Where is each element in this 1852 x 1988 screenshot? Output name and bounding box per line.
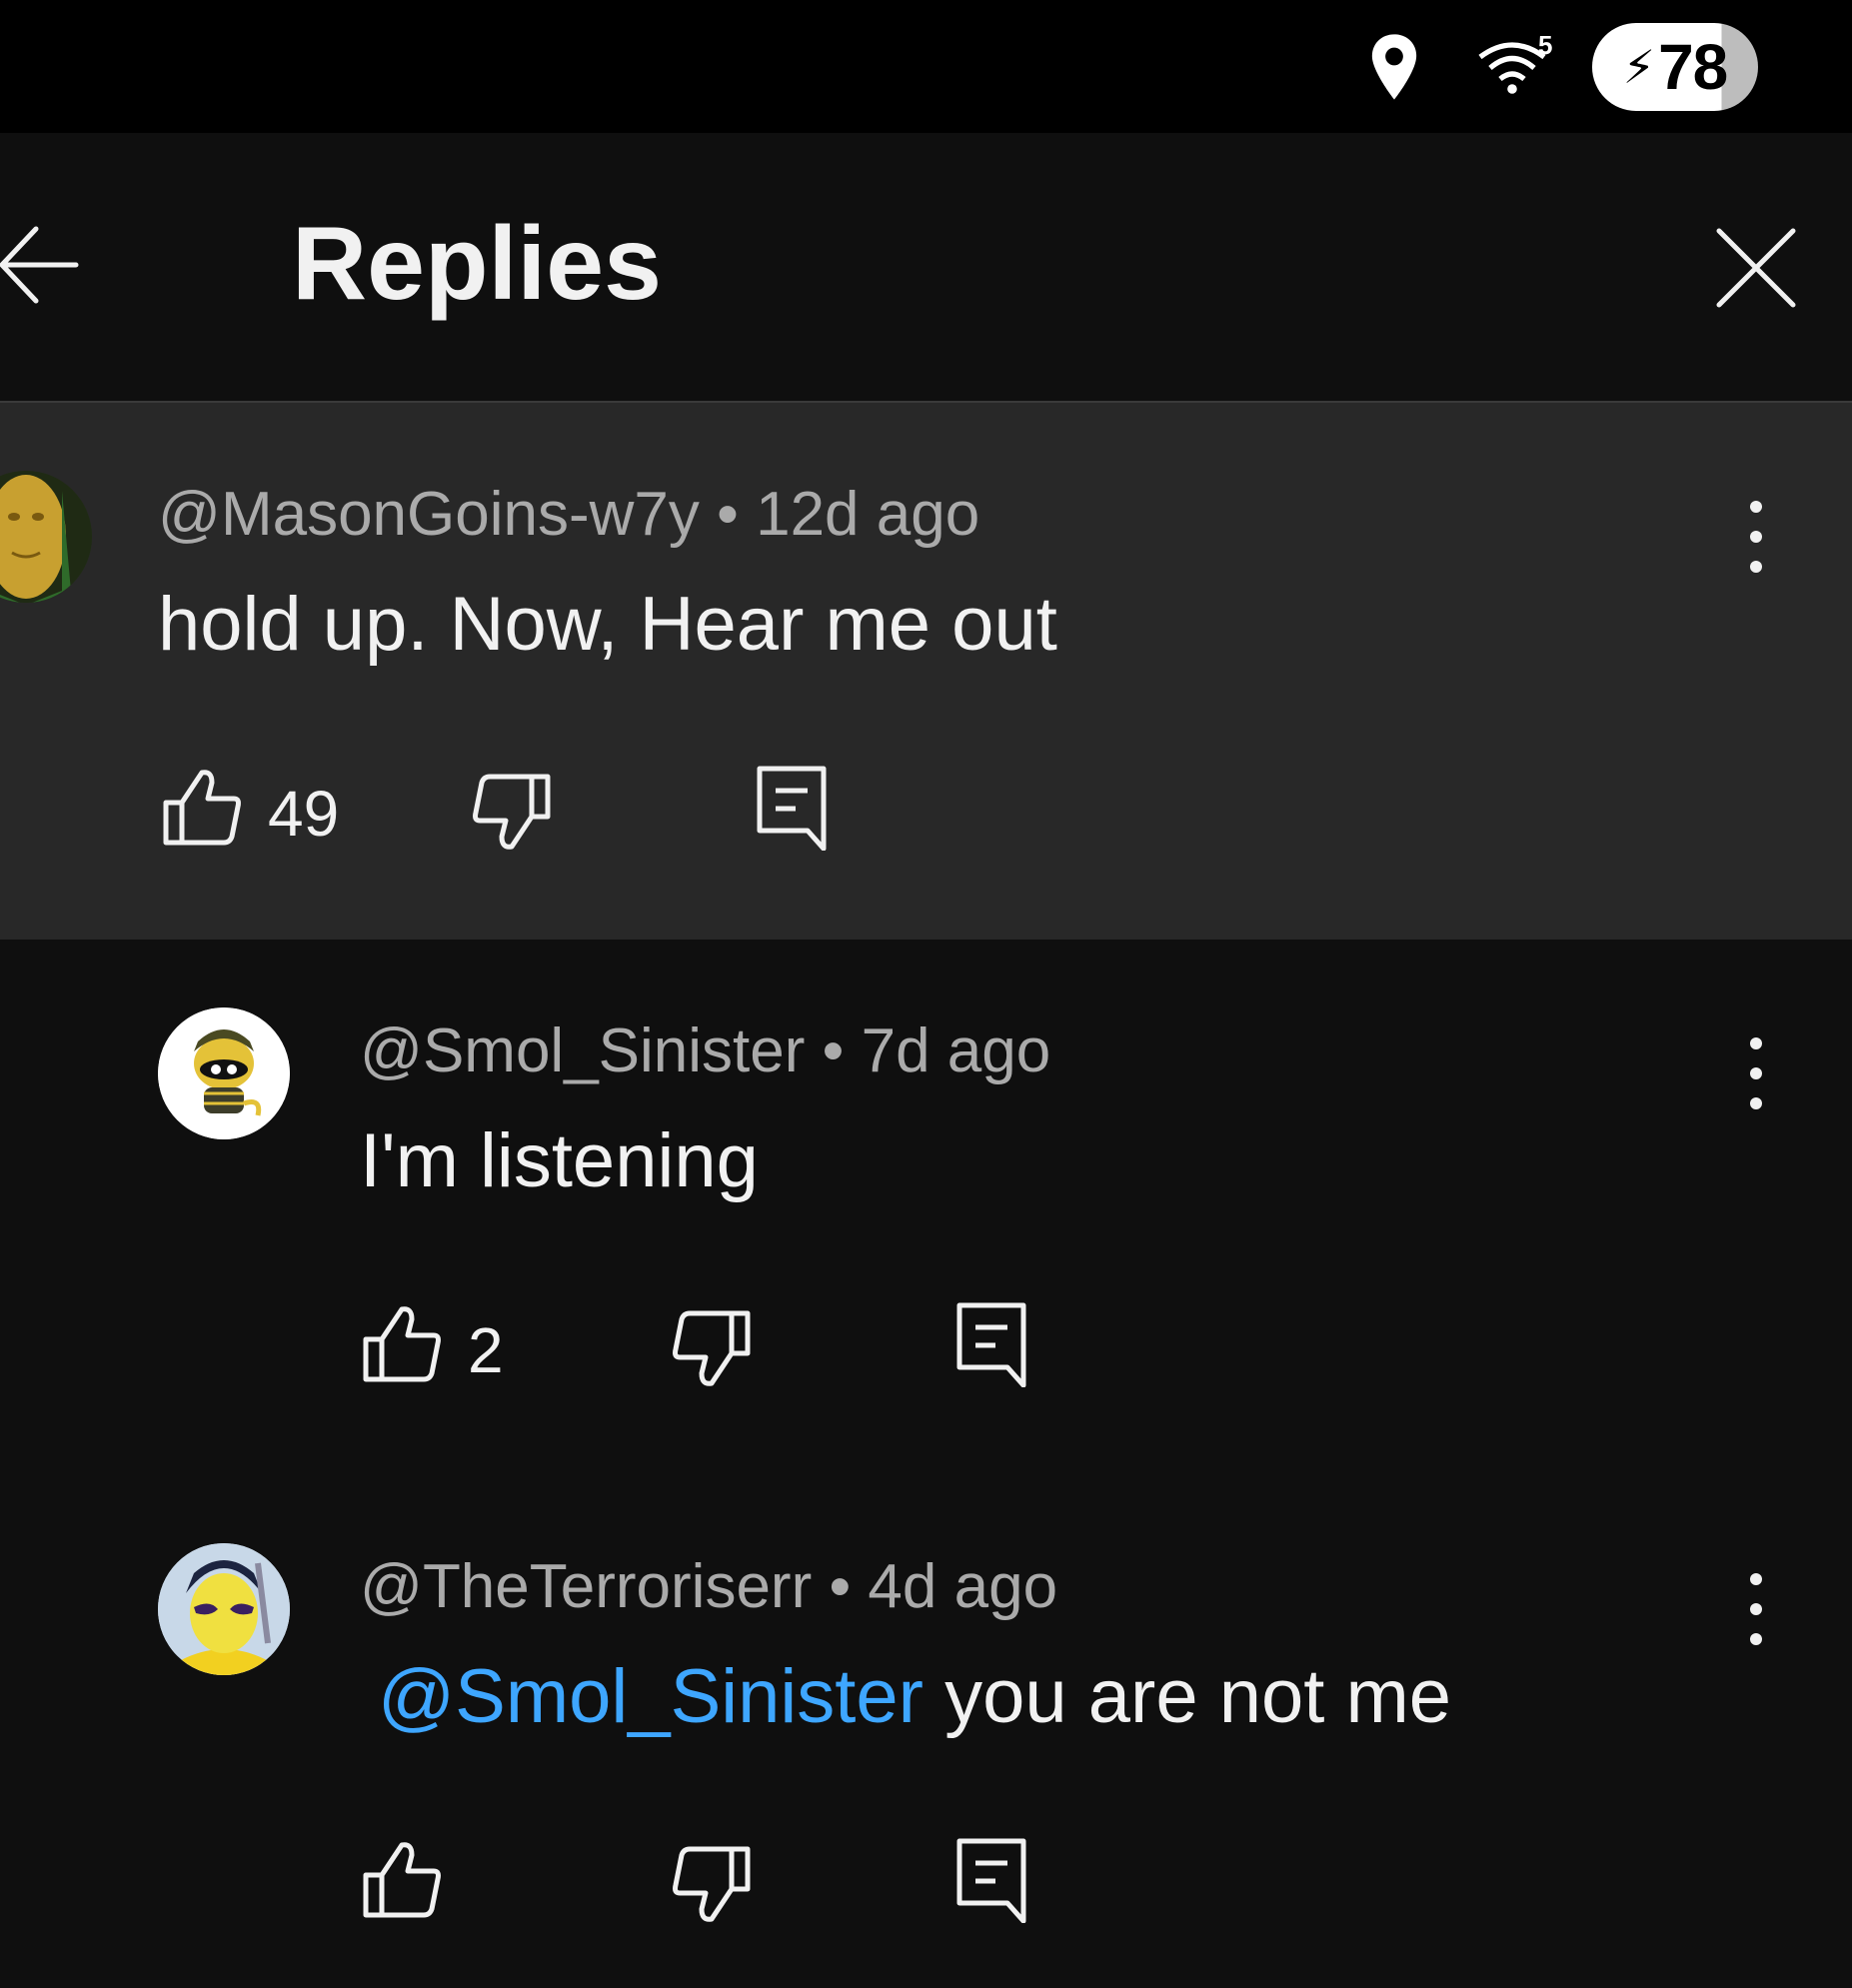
comment-author[interactable]: @TheTerroriserr (360, 1552, 812, 1621)
like-count: 2 (468, 1314, 504, 1386)
status-icons: 5 ⚡ 78 (1366, 22, 1758, 112)
reply-comment: @Smol_Sinister • 7d ago I'm listening 2 (0, 940, 1852, 1475)
comment-meta: @TheTerroriserr • 4d ago (360, 1551, 1057, 1622)
like-count: 49 (268, 778, 340, 850)
comment-text-rest: you are not me (924, 1654, 1452, 1739)
comment-actions (362, 1837, 1061, 1927)
parent-comment: @MasonGoins-w7y • 12d ago hold up. Now, … (0, 403, 1852, 940)
reply-icon[interactable] (756, 765, 828, 851)
comment-text: I'm listening (360, 1118, 759, 1203)
more-options-icon[interactable] (1741, 499, 1771, 575)
battery-level: 78 (1658, 31, 1728, 103)
reply-comment: @TheTerroriserr • 4d ago @Smol_Sinister … (0, 1475, 1852, 1988)
comment-actions: 49 (162, 765, 862, 855)
reply-icon[interactable] (955, 1301, 1027, 1387)
comment-text: @Smol_Sinister you are not me (378, 1653, 1451, 1740)
comment-author[interactable]: @MasonGoins-w7y (158, 480, 700, 549)
more-options-icon[interactable] (1741, 1571, 1771, 1647)
comment-meta: @Smol_Sinister • 7d ago (360, 1015, 1050, 1086)
avatar-image (0, 471, 92, 603)
location-icon (1371, 34, 1417, 100)
avatar[interactable] (0, 471, 92, 603)
comment-timestamp: 12d ago (756, 480, 980, 549)
comment-author[interactable]: @Smol_Sinister (360, 1016, 805, 1085)
avatar[interactable] (158, 1543, 290, 1675)
replies-header: Replies (0, 133, 1852, 403)
charging-bolt-icon: ⚡ (1622, 41, 1655, 93)
reply-icon[interactable] (955, 1837, 1027, 1923)
comment-actions: 2 (362, 1301, 1061, 1391)
comment-text: hold up. Now, Hear me out (158, 582, 1057, 667)
wifi-icon: 5 (1476, 30, 1556, 102)
avatar-image (158, 1543, 290, 1675)
like-icon[interactable] (362, 1839, 442, 1919)
close-icon[interactable] (1711, 223, 1801, 313)
comment-timestamp: 7d ago (861, 1016, 1051, 1085)
dislike-icon[interactable] (672, 1845, 752, 1925)
more-options-icon[interactable] (1741, 1035, 1771, 1111)
like-icon[interactable] (162, 767, 242, 847)
comment-timestamp: 4d ago (868, 1552, 1058, 1621)
meta-separator: • (717, 480, 739, 549)
status-bar: 5 ⚡ 78 (0, 0, 1852, 133)
back-arrow-icon[interactable] (0, 217, 80, 313)
meta-separator: • (822, 1016, 845, 1085)
like-icon[interactable] (362, 1303, 442, 1383)
meta-separator: • (829, 1552, 852, 1621)
dislike-icon[interactable] (472, 773, 552, 853)
mention-link[interactable]: @Smol_Sinister (378, 1654, 924, 1739)
wifi-badge: 5 (1538, 30, 1553, 60)
avatar-image (158, 1007, 290, 1139)
comment-meta: @MasonGoins-w7y • 12d ago (158, 479, 979, 550)
battery-indicator: ⚡ 78 (1592, 23, 1758, 111)
avatar[interactable] (158, 1007, 290, 1139)
page-title: Replies (292, 206, 662, 322)
dislike-icon[interactable] (672, 1309, 752, 1389)
